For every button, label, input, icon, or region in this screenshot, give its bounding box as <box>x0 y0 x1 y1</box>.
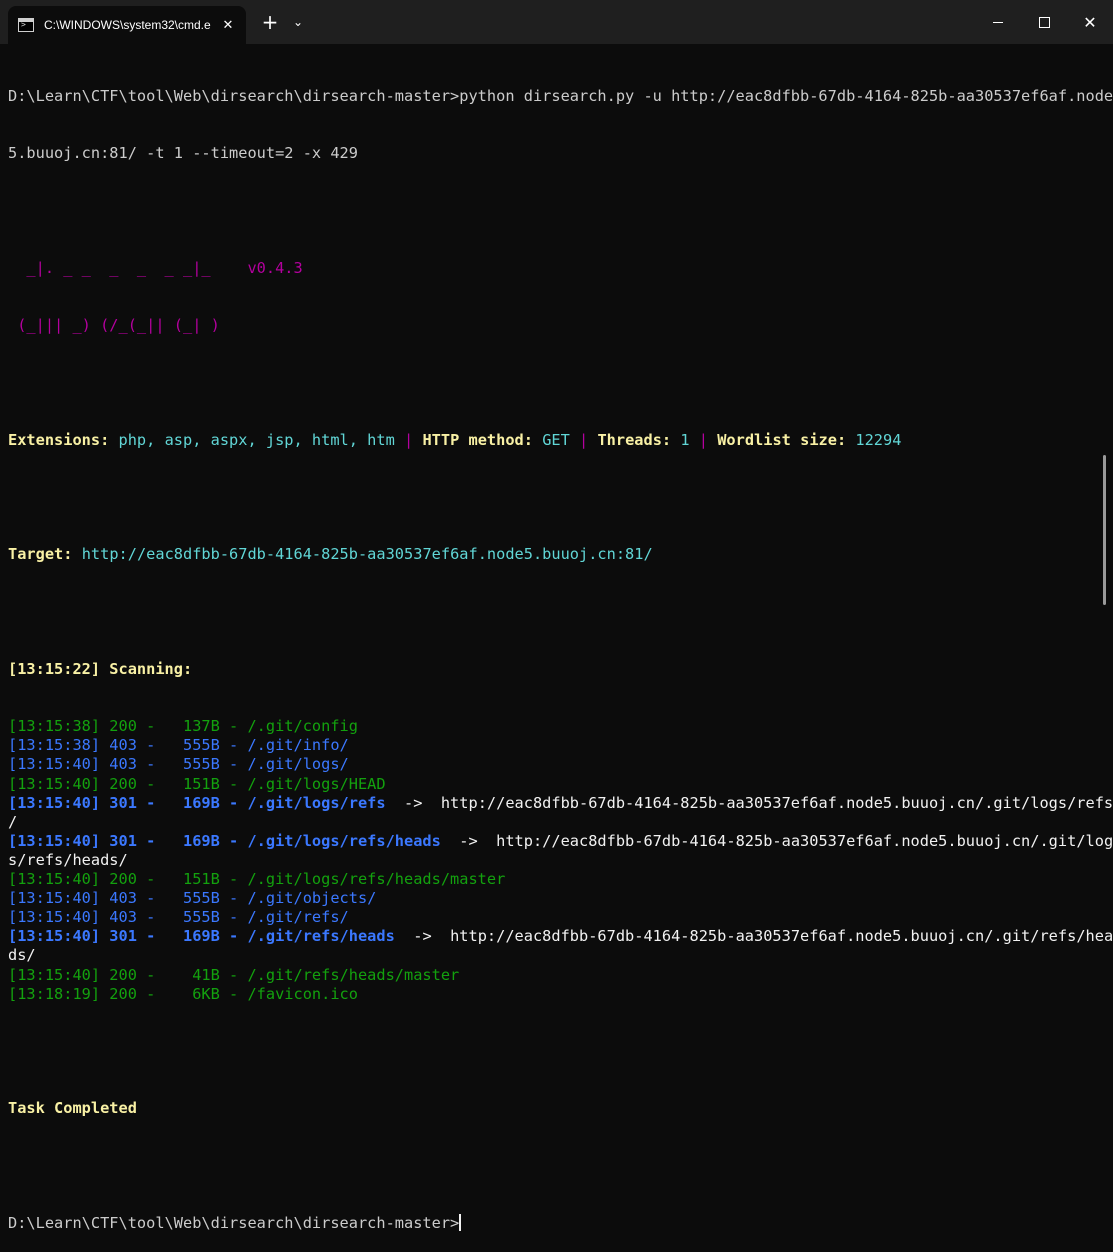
terminal-output[interactable]: D:\Learn\CTF\tool\Web\dirsearch\dirsearc… <box>8 49 1113 1232</box>
close-icon: ✕ <box>1083 12 1097 32</box>
result-line: [13:15:40] 301 - 169B - /.git/logs/refs/… <box>8 831 1113 851</box>
method-value: GET <box>542 430 570 449</box>
result-entry: [13:15:40] 403 - 555B - /.git/objects/ <box>8 889 377 908</box>
result-line: [13:15:40] 403 - 555B - /.git/objects/ <box>8 889 1098 908</box>
threads-value: 1 <box>680 430 690 449</box>
prompt: D:\Learn\CTF\tool\Web\dirsearch\dirsearc… <box>8 1213 460 1232</box>
scrollbar[interactable] <box>1103 455 1106 605</box>
chevron-down-icon[interactable]: ⌄ <box>286 0 310 44</box>
target-label: Target: <box>8 545 82 564</box>
result-line: [13:15:40] 301 - 169B - /.git/logs/refs … <box>8 793 1113 813</box>
new-tab-button[interactable]: + <box>256 0 284 44</box>
result-line: [13:15:40] 403 - 555B - /.git/refs/ <box>8 908 1098 927</box>
result-line: [13:15:40] 200 - 41B - /.git/refs/heads/… <box>8 966 1098 985</box>
result-line: [13:18:19] 200 - 6KB - /favicon.ico <box>8 985 1098 1004</box>
maximize-icon <box>1038 16 1050 28</box>
result-line: [13:15:40] 200 - 151B - /.git/logs/refs/… <box>8 870 1098 889</box>
close-button[interactable]: ✕ <box>1067 0 1113 44</box>
result-line: [13:15:40] 301 - 169B - /.git/refs/heads… <box>8 927 1113 946</box>
command-line: D:\Learn\CTF\tool\Web\dirsearch\dirsearc… <box>8 87 1113 106</box>
result-entry: [13:15:40] 301 - 169B - /.git/logs/refs <box>8 793 386 812</box>
result-line: [13:15:40] 200 - 151B - /.git/logs/HEAD <box>8 775 1098 794</box>
separator: | <box>394 430 423 449</box>
task-completed: Task Completed <box>8 1099 137 1118</box>
prompt-line[interactable]: D:\Learn\CTF\tool\Web\dirsearch\dirsearc… <box>8 1213 1098 1233</box>
tab-cmd[interactable]: C:\WINDOWS\system32\cmd.e ✕ <box>8 6 246 44</box>
result-entry: [13:15:40] 301 - 169B - /.git/logs/refs/… <box>8 831 441 850</box>
method-label: HTTP method: <box>422 430 543 449</box>
extensions-label: Extensions: <box>8 430 119 449</box>
results-list: [13:15:38] 200 - 137B - /.git/config [13:… <box>8 717 1113 1004</box>
minimize-icon <box>993 21 1003 23</box>
result-entry: [13:15:40] 200 - 41B - /.git/refs/heads/… <box>8 965 460 984</box>
wordlist-value: 12294 <box>855 430 902 449</box>
result-entry: [13:15:38] 200 - 137B - /.git/config <box>8 717 358 736</box>
result-entry: [13:15:40] 200 - 151B - /.git/logs/HEAD <box>8 774 386 793</box>
redirect-wrap: ds/ <box>8 946 36 965</box>
threads-label: Threads: <box>597 430 681 449</box>
minimize-button[interactable] <box>975 0 1021 44</box>
maximize-button[interactable] <box>1021 0 1067 44</box>
result-entry: [13:18:19] 200 - 6KB - /favicon.ico <box>8 984 358 1003</box>
result-entry: [13:15:38] 403 - 555B - /.git/info/ <box>8 736 349 755</box>
tab-title: C:\WINDOWS\system32\cmd.e <box>44 18 211 32</box>
wordlist-label: Wordlist size: <box>717 430 856 449</box>
target-line: Target: http://eac8dfbb-67db-4164-825b-a… <box>8 545 1098 564</box>
extensions-value: php, asp, aspx, jsp, html, htm <box>118 430 395 449</box>
result-entry: [13:15:40] 403 - 555B - /.git/logs/ <box>8 755 349 774</box>
result-entry: [13:15:40] 200 - 151B - /.git/logs/refs/… <box>8 870 506 889</box>
redirect-wrap: / <box>8 812 18 831</box>
target-value: http://eac8dfbb-67db-4164-825b-aa30537ef… <box>81 545 653 564</box>
tab-close-icon[interactable]: ✕ <box>220 18 236 33</box>
title-bar: C:\WINDOWS\system32\cmd.e ✕ + ⌄ ✕ <box>0 0 1113 44</box>
separator: | <box>569 430 598 449</box>
redirect-target: -> http://eac8dfbb-67db-4164-825b-aa3053… <box>440 831 1113 850</box>
cmd-icon <box>18 18 34 32</box>
redirect-target: -> http://eac8dfbb-67db-4164-825b-aa3053… <box>394 927 1113 946</box>
result-entry: [13:15:40] 301 - 169B - /.git/refs/heads <box>8 927 395 946</box>
result-entry: [13:15:40] 403 - 555B - /.git/refs/ <box>8 908 349 927</box>
logo-line: (_||| _) (/_(_|| (_| ) <box>8 316 220 335</box>
logo-line: _|. _ _ _ _ _ _|_ v0.4.3 <box>8 259 303 278</box>
redirect-target: -> http://eac8dfbb-67db-4164-825b-aa3053… <box>385 793 1113 812</box>
separator: | <box>689 430 718 449</box>
redirect-wrap: s/refs/heads/ <box>8 850 128 869</box>
text-cursor <box>459 1213 462 1231</box>
result-line: [13:15:38] 200 - 137B - /.git/config <box>8 717 1098 736</box>
config-line: Extensions: php, asp, aspx, jsp, html, h… <box>8 431 1098 450</box>
scanning-line: [13:15:22] Scanning: <box>8 660 193 678</box>
command-line-wrap: 5.buuoj.cn:81/ -t 1 --timeout=2 -x 429 <box>8 144 358 163</box>
result-line: [13:15:40] 403 - 555B - /.git/logs/ <box>8 755 1098 774</box>
result-line: [13:15:38] 403 - 555B - /.git/info/ <box>8 736 1098 755</box>
